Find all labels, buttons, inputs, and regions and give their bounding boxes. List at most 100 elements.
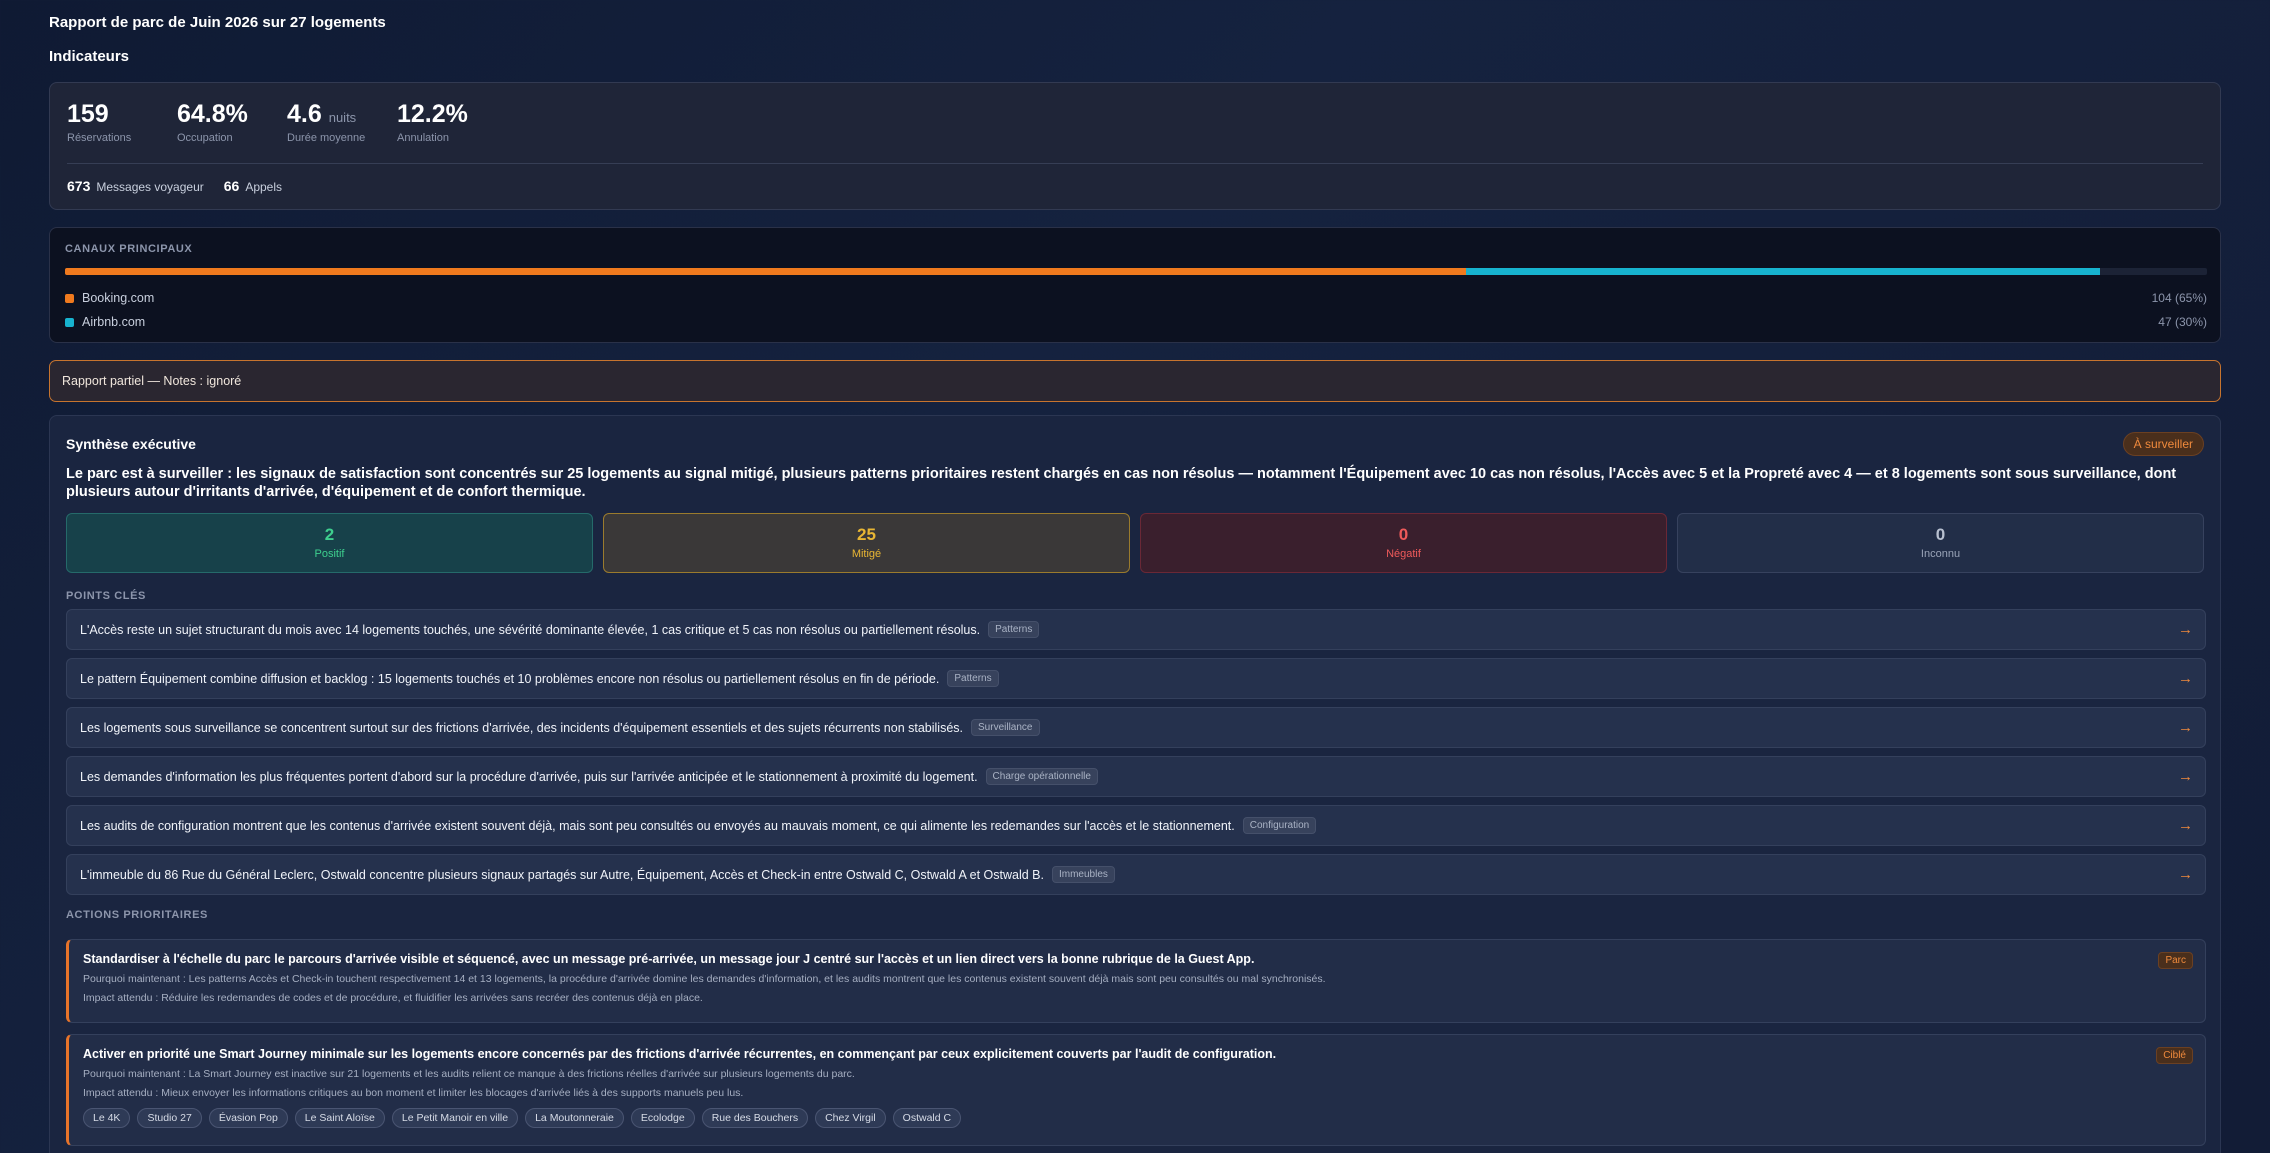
channel-legend-booking: Booking.com 104 (65%) xyxy=(65,291,2207,305)
scope-badge: Ciblé xyxy=(2156,1047,2193,1064)
channels-title: CANAUX PRINCIPAUX xyxy=(65,243,193,255)
kpi-label: Occupation xyxy=(177,132,233,144)
arrow-right-icon[interactable]: → xyxy=(2178,670,2193,687)
messages-label: Messages voyageur xyxy=(96,180,204,194)
action-title: Activer en priorité une Smart Journey mi… xyxy=(83,1047,1277,1061)
indicators-card: 159 Réservations 64.8% Occupation 4.6 nu… xyxy=(49,82,2221,210)
scope-badge: Parc xyxy=(2158,952,2193,969)
arrow-right-icon[interactable]: → xyxy=(2178,817,2193,834)
property-chip[interactable]: Rue des Bouchers xyxy=(701,1108,809,1128)
channel-color-dot xyxy=(65,317,74,327)
sentiment-unknown: 0 Inconnu xyxy=(1677,513,2204,573)
arrow-right-icon[interactable]: → xyxy=(2178,719,2193,736)
channel-legend-airbnb: Airbnb.com 47 (30%) xyxy=(65,315,2207,329)
sentiment-label: Inconnu xyxy=(1920,548,1961,560)
key-point-text: Les demandes d'information les plus fréq… xyxy=(80,769,978,784)
kpi-unit: nuits xyxy=(328,110,357,125)
key-point-item[interactable]: Les audits de configuration montrent que… xyxy=(66,805,2206,846)
key-points-list: L'Accès reste un sujet structurant du mo… xyxy=(66,609,2206,903)
key-point-tag: Charge opérationnelle xyxy=(985,768,1098,785)
property-chip[interactable]: La Moutonneraie xyxy=(525,1108,624,1128)
property-chip[interactable]: Le Saint Aloïse xyxy=(294,1108,385,1128)
divider xyxy=(67,163,2203,164)
key-point-text: Les logements sous surveillance se conce… xyxy=(80,720,964,735)
sentiment-label: Négatif xyxy=(1386,548,1421,560)
kpi-row: 159 Réservations 64.8% Occupation 4.6 nu… xyxy=(67,99,507,144)
kpi-value: 159 xyxy=(67,100,109,128)
channel-name: Booking.com xyxy=(82,291,155,305)
calls-count: 66 xyxy=(223,178,240,194)
key-point-text: Le pattern Équipement combine diffusion … xyxy=(80,671,940,686)
executive-synthesis-card: Synthèse exécutive À surveiller Le parc … xyxy=(49,415,2221,1153)
key-point-item[interactable]: Le pattern Équipement combine diffusion … xyxy=(66,658,2206,699)
kpi-value: 4.6 xyxy=(287,100,322,128)
key-point-item[interactable]: Les logements sous surveillance se conce… xyxy=(66,707,2206,748)
channel-count: 47 (30%) xyxy=(2158,315,2207,329)
arrow-right-icon[interactable]: → xyxy=(2178,768,2193,785)
property-chip[interactable]: Studio 27 xyxy=(137,1108,202,1128)
action-impact: Impact attendu : Mieux envoyer les infor… xyxy=(83,1087,744,1099)
calls-label: Appels xyxy=(245,180,283,194)
synthesis-title: Synthèse exécutive xyxy=(66,436,196,452)
channel-bar-airbnb xyxy=(1465,268,2100,275)
partial-report-banner: Rapport partiel — Notes : ignoré xyxy=(49,360,2221,402)
kpi-reservations: 159 Réservations xyxy=(67,99,177,144)
key-point-tag: Surveillance xyxy=(971,719,1040,736)
key-point-text: Les audits de configuration montrent que… xyxy=(80,818,1235,833)
property-chips: Le 4K Studio 27 Évasion Pop Le Saint Alo… xyxy=(83,1108,2193,1128)
key-point-tag: Patterns xyxy=(947,670,999,687)
sentiment-label: Mitigé xyxy=(851,548,882,560)
kpi-label: Réservations xyxy=(67,132,132,144)
sentiment-positive: 2 Positif xyxy=(66,513,593,573)
sentiment-label: Positif xyxy=(314,548,345,560)
property-chip[interactable]: Évasion Pop xyxy=(208,1108,288,1128)
kpi-occupation: 64.8% Occupation xyxy=(177,99,287,144)
action-why: Pourquoi maintenant : Les patterns Accès… xyxy=(83,973,1326,985)
action-why: Pourquoi maintenant : La Smart Journey e… xyxy=(83,1068,855,1080)
action-impact: Impact attendu : Réduire les redemandes … xyxy=(83,992,703,1004)
sentiment-mixed: 25 Mitigé xyxy=(603,513,1130,573)
channel-bar-booking xyxy=(65,268,1466,275)
property-chip[interactable]: Le Petit Manoir en ville xyxy=(391,1108,519,1128)
sentiment-value: 0 xyxy=(1935,525,1946,544)
sentiment-value: 0 xyxy=(1398,525,1409,544)
kpi-label: Annulation xyxy=(397,132,449,144)
arrow-right-icon[interactable]: → xyxy=(2178,621,2193,638)
channel-color-dot xyxy=(65,293,74,303)
kpi-label: Durée moyenne xyxy=(287,132,366,144)
synthesis-summary: Le parc est à surveiller : les signaux d… xyxy=(66,466,2177,500)
key-point-item[interactable]: Les demandes d'information les plus fréq… xyxy=(66,756,2206,797)
report-title: Rapport de parc de Juin 2026 sur 27 loge… xyxy=(49,14,386,31)
key-point-item[interactable]: L'Accès reste un sujet structurant du mo… xyxy=(66,609,2206,650)
sentiment-value: 2 xyxy=(324,525,335,544)
sentiment-value: 25 xyxy=(857,525,876,544)
kpi-cancellation: 12.2% Annulation xyxy=(397,99,507,144)
key-point-tag: Patterns xyxy=(988,621,1040,638)
status-badge: À surveiller xyxy=(2122,432,2204,456)
action-card: Activer en priorité une Smart Journey mi… xyxy=(66,1034,2206,1146)
kpi-value: 12.2% xyxy=(397,100,468,128)
actions-title: ACTIONS PRIORITAIRES xyxy=(66,909,208,921)
property-chip[interactable]: Le 4K xyxy=(83,1108,131,1128)
kpi-value: 64.8% xyxy=(177,100,248,128)
kpi-sub-row: 673 Messages voyageur 66 Appels xyxy=(67,178,282,194)
kpi-average-duration: 4.6 nuits Durée moyenne xyxy=(287,99,397,144)
channel-name: Airbnb.com xyxy=(82,315,146,329)
property-chip[interactable]: Ostwald C xyxy=(892,1108,962,1128)
property-chip[interactable]: Ecolodge xyxy=(630,1108,695,1128)
key-point-tag: Configuration xyxy=(1242,817,1317,834)
key-point-tag: Immeubles xyxy=(1051,866,1115,883)
indicators-title: Indicateurs xyxy=(49,48,130,65)
arrow-right-icon[interactable]: → xyxy=(2178,866,2193,883)
channel-count: 104 (65%) xyxy=(2151,291,2207,305)
key-points-title: POINTS CLÉS xyxy=(66,590,146,602)
property-chip[interactable]: Chez Virgil xyxy=(815,1108,886,1128)
key-point-text: L'immeuble du 86 Rue du Général Leclerc,… xyxy=(80,867,1044,882)
channels-bar xyxy=(65,268,2207,275)
key-point-item[interactable]: L'immeuble du 86 Rue du Général Leclerc,… xyxy=(66,854,2206,895)
action-card: Standardiser à l'échelle du parc le parc… xyxy=(66,939,2206,1023)
channels-card: CANAUX PRINCIPAUX Booking.com 104 (65%) … xyxy=(49,227,2221,343)
key-point-text: L'Accès reste un sujet structurant du mo… xyxy=(80,622,981,637)
sentiment-negative: 0 Négatif xyxy=(1140,513,1667,573)
sentiment-row: 2 Positif 25 Mitigé 0 Négatif 0 Inconnu xyxy=(66,513,2204,573)
